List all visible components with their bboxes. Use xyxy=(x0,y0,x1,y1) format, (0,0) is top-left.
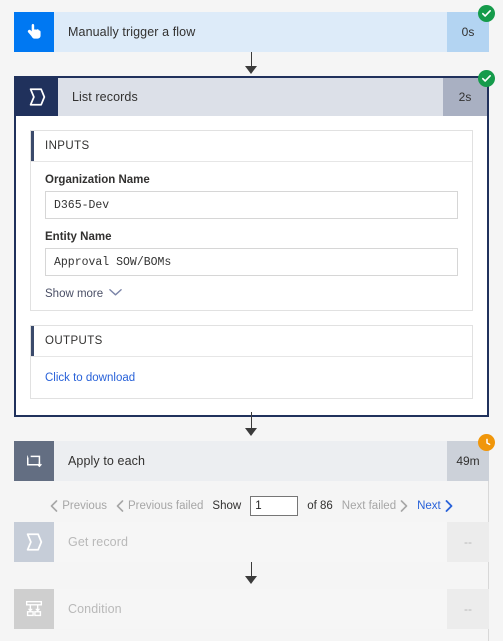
page-number-input[interactable] xyxy=(250,496,299,516)
dataverse-icon xyxy=(16,78,58,116)
list-records-title: List records xyxy=(58,78,443,116)
status-badge-succeeded-listrecords xyxy=(478,70,495,87)
previous-label: Previous xyxy=(62,500,107,512)
flow-run-canvas: Manually trigger a flow 0s List records … xyxy=(0,0,503,641)
show-more-label: Show more xyxy=(45,288,104,300)
previous-failed-label: Previous failed xyxy=(127,500,204,512)
next-button[interactable]: Next xyxy=(417,500,453,512)
connector-arrow-2 xyxy=(245,428,257,436)
get-record-title: Get record xyxy=(54,522,447,562)
outputs-heading: OUTPUTS xyxy=(45,335,103,347)
apply-to-each-card[interactable]: Apply to each 49m xyxy=(14,441,489,481)
condition-duration: -- xyxy=(447,589,489,629)
inputs-section-body: Organization Name D365-Dev Entity Name A… xyxy=(31,162,472,310)
inputs-section-header: INPUTS xyxy=(31,131,472,162)
page-total-label: of 86 xyxy=(307,500,333,512)
organization-name-label: Organization Name xyxy=(45,174,150,186)
status-badge-running xyxy=(478,434,495,451)
dataverse-icon xyxy=(14,522,54,562)
condition-branch-icon xyxy=(14,589,54,629)
connector-getrecord-to-condition xyxy=(251,562,252,577)
status-badge-succeeded-trigger xyxy=(478,5,495,22)
inputs-section: INPUTS Organization Name D365-Dev Entity… xyxy=(30,130,473,311)
condition-title: Condition xyxy=(54,589,447,629)
inputs-heading: INPUTS xyxy=(45,140,90,152)
pagination-bar: Previous Previous failed Show of 86 Next… xyxy=(14,489,489,523)
tap-hand-icon xyxy=(14,12,54,52)
show-more-toggle[interactable]: Show more xyxy=(45,288,458,300)
trigger-card[interactable]: Manually trigger a flow 0s xyxy=(14,12,489,52)
organization-name-value[interactable]: D365-Dev xyxy=(45,191,458,219)
next-failed-button[interactable]: Next failed xyxy=(342,500,408,512)
next-label: Next xyxy=(417,500,441,512)
outputs-section: OUTPUTS Click to download xyxy=(30,325,473,399)
entity-name-value[interactable]: Approval SOW/BOMs xyxy=(45,248,458,276)
field-entity-name: Entity Name Approval SOW/BOMs xyxy=(45,231,458,276)
next-failed-label: Next failed xyxy=(341,500,397,512)
click-to-download-link[interactable]: Click to download xyxy=(45,372,135,384)
connector-listrecords-to-applytoeach xyxy=(251,412,252,429)
list-records-body: INPUTS Organization Name D365-Dev Entity… xyxy=(16,116,487,415)
field-organization-name: Organization Name D365-Dev xyxy=(45,174,458,219)
apply-to-each-title: Apply to each xyxy=(54,441,447,481)
list-records-card[interactable]: List records 2s INPUTS Organization Name… xyxy=(14,76,489,417)
loop-icon xyxy=(14,441,54,481)
get-record-card[interactable]: Get record -- xyxy=(14,522,489,562)
show-label: Show xyxy=(212,500,242,512)
condition-card[interactable]: Condition -- xyxy=(14,589,489,629)
get-record-duration: -- xyxy=(447,522,489,562)
previous-failed-button[interactable]: Previous failed xyxy=(116,500,203,512)
trigger-title: Manually trigger a flow xyxy=(54,12,447,52)
chevron-down-icon xyxy=(109,288,122,300)
entity-name-label: Entity Name xyxy=(45,231,112,243)
list-records-header[interactable]: List records 2s xyxy=(16,78,487,116)
connector-arrow-1 xyxy=(245,66,257,74)
outputs-section-header: OUTPUTS xyxy=(31,326,472,357)
previous-button[interactable]: Previous xyxy=(50,500,107,512)
outputs-section-body: Click to download xyxy=(31,357,472,398)
connector-arrow-3 xyxy=(245,576,257,584)
